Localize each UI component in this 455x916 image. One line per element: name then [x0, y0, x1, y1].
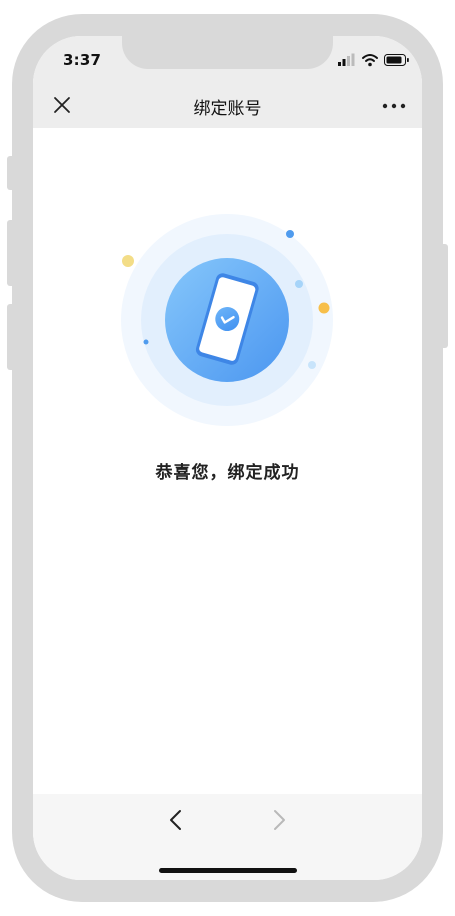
success-message: 恭喜您，绑定成功: [155, 463, 300, 483]
phone-screen: 3:37 绑定账号 恭喜您，绑定成功: [33, 36, 422, 880]
chevron-left-icon[interactable]: [166, 808, 186, 832]
power-button: [440, 244, 448, 348]
status-icons: [338, 53, 409, 67]
volume-up-button: [7, 220, 15, 286]
signal-icon: [338, 53, 355, 66]
main-content: 恭喜您，绑定成功: [33, 128, 422, 794]
chevron-right-icon[interactable]: [269, 808, 289, 832]
phone-check-icon: [121, 214, 333, 426]
status-time: 3:37: [63, 51, 102, 69]
wifi-icon: [362, 54, 378, 67]
home-indicator[interactable]: [159, 868, 297, 873]
notch: [122, 36, 333, 69]
bottom-toolbar: [33, 794, 422, 880]
more-dots-icon[interactable]: [382, 103, 406, 109]
mute-switch: [7, 156, 15, 190]
page-title: 绑定账号: [193, 99, 262, 119]
volume-down-button: [7, 304, 15, 370]
battery-icon: [384, 54, 409, 66]
